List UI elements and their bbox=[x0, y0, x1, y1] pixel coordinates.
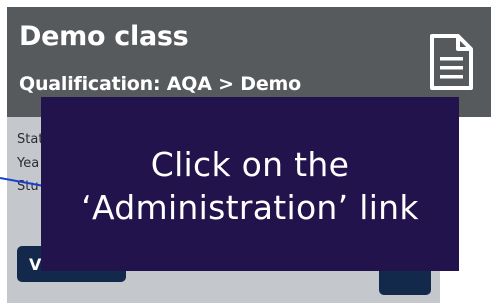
tooltip-line-2: ‘Administration’ link bbox=[81, 188, 419, 227]
tooltip-line-1: Click on the bbox=[150, 145, 350, 184]
tutorial-tooltip: Click on the ‘Administration’ link bbox=[41, 97, 459, 271]
class-title: Demo class bbox=[19, 21, 189, 52]
qualification-label: Qualification: AQA > Demo bbox=[19, 73, 301, 95]
document-icon[interactable] bbox=[428, 33, 474, 91]
tutorial-pointer-line bbox=[0, 177, 45, 187]
status-label: Stat bbox=[17, 132, 44, 147]
screen: Demo class Qualification: AQA > Demo Sta… bbox=[0, 0, 491, 303]
year-label: Yea bbox=[17, 156, 40, 171]
